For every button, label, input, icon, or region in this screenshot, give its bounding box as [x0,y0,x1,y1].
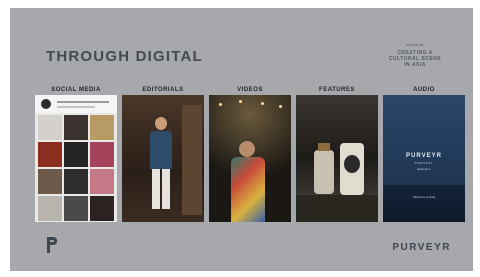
table-surface [296,195,378,222]
post-thumbnail [90,169,114,194]
podcast-subtitle: PODCAST [414,161,434,165]
bottle [314,150,334,194]
post-thumbnail [64,115,88,140]
post-thumbnail [38,169,62,194]
person-leg [152,169,160,209]
column-label-audio: AUDIO [413,87,435,93]
post-grid [38,115,114,222]
post-thumbnail [90,196,114,221]
string-light [279,105,282,108]
post-thumbnail [64,196,88,221]
sea [383,185,465,222]
profile-stats-line [57,101,109,103]
post-thumbnail [38,115,62,140]
podcast-brand: PURVEYR [406,153,442,159]
column-label-editorials: EDITORIALS [142,87,184,93]
profile-bio-line [57,106,95,108]
kicker-block: PURVEYR CREATING A CULTURAL SCENE IN ASI… [379,42,451,68]
bottle-cap [318,143,330,151]
editorial-photo [122,95,204,222]
string-light [239,100,242,103]
purveyr-p-logo [46,236,58,259]
slide-title: THROUGH DIGITAL [46,48,203,65]
shelf [182,105,202,215]
video-still [209,95,291,222]
footer-brand: PURVEYR [392,242,451,253]
bottle-label [344,155,360,173]
p-logo-icon [47,237,57,253]
post-thumbnail [64,169,88,194]
column-label-videos: VIDEOS [237,87,263,93]
podcast-footer: Welcome to Asia [412,195,436,199]
person-shirt [231,157,265,222]
sky [383,95,465,185]
string-light [219,103,222,106]
post-thumbnail [38,196,62,221]
presentation-slide: THROUGH DIGITAL PURVEYR CREATING A CULTU… [10,8,473,271]
person-jacket [150,131,172,169]
profile-header [35,95,117,113]
avatar [41,99,51,109]
person-head [239,141,255,157]
post-thumbnail [64,142,88,167]
column-label-social-media: SOCIAL MEDIA [51,87,101,93]
podcast-cover: PURVEYR PODCAST Episode 1 Welcome to Asi… [383,95,465,222]
feature-photo [296,95,378,222]
person-head [155,117,167,130]
podcast-episode: Episode 1 [417,167,431,171]
post-thumbnail [90,142,114,167]
string-light [261,102,264,105]
column-label-features: FEATURES [319,87,355,93]
person-leg [162,169,170,209]
kicker-line-3: IN ASIA [404,62,426,68]
kicker-brand: PURVEYR [406,43,424,47]
post-thumbnail [38,142,62,167]
post-thumbnail [90,115,114,140]
social-media-screenshot [35,95,117,222]
